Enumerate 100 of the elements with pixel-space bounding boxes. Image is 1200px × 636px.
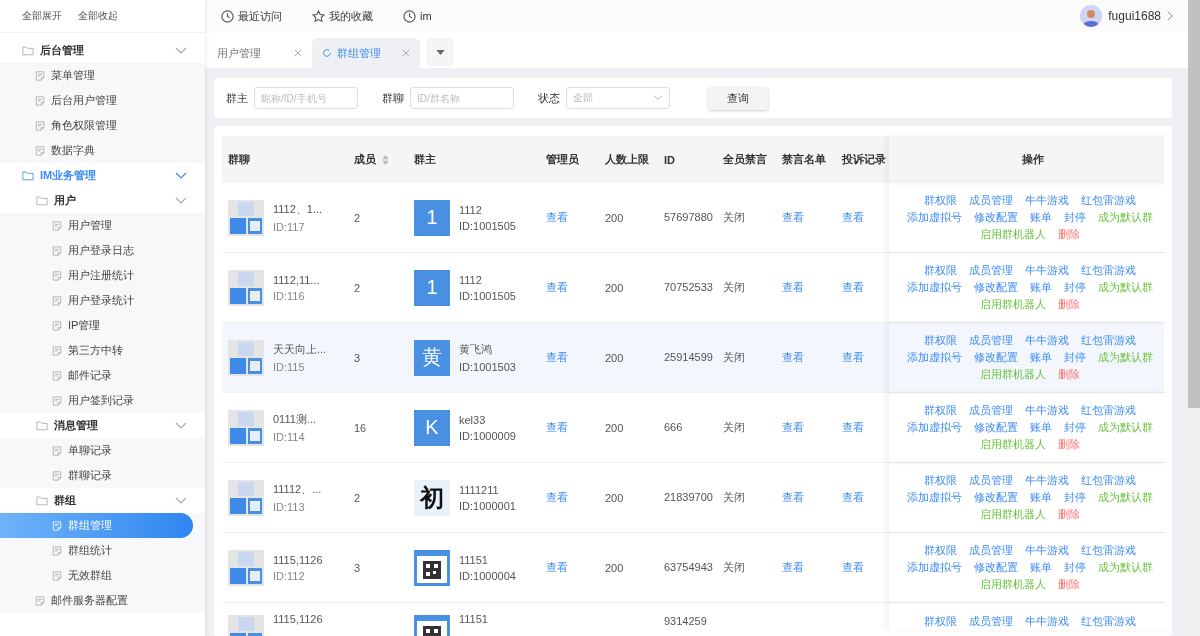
action-link[interactable]: 账单 <box>1030 349 1052 366</box>
view-link[interactable]: 查看 <box>546 560 568 575</box>
action-link[interactable]: 红包雷游戏 <box>1081 402 1136 419</box>
action-link[interactable]: 牛牛游戏 <box>1025 613 1069 630</box>
view-link[interactable]: 查看 <box>782 490 804 505</box>
sidebar-action[interactable]: 全部收起 <box>78 9 118 23</box>
sidebar-folder[interactable]: IM业务管理 <box>0 163 205 188</box>
sidebar-item[interactable]: 用户注册统计 <box>0 263 205 288</box>
view-link[interactable]: 查看 <box>546 350 568 365</box>
sidebar-folder[interactable]: 消息管理 <box>0 413 205 438</box>
action-link[interactable]: 封停 <box>1064 279 1086 296</box>
view-link[interactable]: 查看 <box>782 560 804 575</box>
sidebar-folder[interactable]: 群组 <box>0 488 205 513</box>
action-link[interactable]: 牛牛游戏 <box>1025 192 1069 209</box>
sidebar-item[interactable]: 菜单管理 <box>0 63 205 88</box>
action-link[interactable]: 群权限 <box>924 613 957 630</box>
sidebar-item[interactable]: 用户管理 <box>0 213 205 238</box>
action-link[interactable]: 群权限 <box>924 332 957 349</box>
action-link[interactable]: 成员管理 <box>969 613 1013 630</box>
sidebar-action[interactable]: 全部展开 <box>22 9 62 23</box>
action-link[interactable]: 成员管理 <box>969 542 1013 559</box>
tab[interactable]: 用户管理 <box>211 38 310 68</box>
scrollbar[interactable] <box>1188 0 1200 636</box>
action-link[interactable]: 添加虚拟号 <box>907 559 962 576</box>
action-link[interactable]: 修改配置 <box>974 559 1018 576</box>
input-field[interactable]: ID/群名称 <box>410 87 514 109</box>
action-link[interactable]: 群权限 <box>924 402 957 419</box>
action-link[interactable]: 牛牛游戏 <box>1025 262 1069 279</box>
action-link[interactable]: 红包雷游戏 <box>1081 542 1136 559</box>
view-link[interactable]: 查看 <box>782 350 804 365</box>
action-link[interactable]: 成为默认群 <box>1098 349 1153 366</box>
action-link[interactable]: 成为默认群 <box>1098 279 1153 296</box>
tab[interactable]: 群组管理 <box>312 38 420 68</box>
action-link[interactable]: 成为默认群 <box>1098 489 1153 506</box>
action-link[interactable]: 账单 <box>1030 489 1052 506</box>
action-link[interactable]: 修改配置 <box>974 419 1018 436</box>
action-link[interactable]: 启用群机器人 <box>980 226 1046 243</box>
action-link[interactable]: 成员管理 <box>969 262 1013 279</box>
action-link[interactable]: 成为默认群 <box>1098 209 1153 226</box>
action-link[interactable]: 删除 <box>1058 436 1080 453</box>
view-link[interactable]: 查看 <box>546 280 568 295</box>
action-link[interactable]: 封停 <box>1064 559 1086 576</box>
sidebar-item[interactable]: 用户登录统计 <box>0 288 205 313</box>
action-link[interactable]: 牛牛游戏 <box>1025 402 1069 419</box>
action-link[interactable]: 修改配置 <box>974 349 1018 366</box>
view-link[interactable]: 查看 <box>782 280 804 295</box>
sidebar-item[interactable]: 群组统计 <box>0 538 205 563</box>
view-link[interactable]: 查看 <box>546 490 568 505</box>
action-link[interactable]: 启用群机器人 <box>980 506 1046 523</box>
action-link[interactable]: 成员管理 <box>969 192 1013 209</box>
action-link[interactable]: 封停 <box>1064 209 1086 226</box>
action-link[interactable]: 删除 <box>1058 296 1080 313</box>
search-button[interactable]: 查询 <box>708 86 768 110</box>
view-link[interactable]: 查看 <box>842 420 864 435</box>
action-link[interactable]: 删除 <box>1058 226 1080 243</box>
sidebar-item[interactable]: 角色权限管理 <box>0 113 205 138</box>
action-link[interactable]: 红包雷游戏 <box>1081 472 1136 489</box>
action-link[interactable]: 启用群机器人 <box>980 576 1046 593</box>
action-link[interactable]: 群权限 <box>924 262 957 279</box>
action-link[interactable]: 账单 <box>1030 559 1052 576</box>
sidebar-item[interactable]: 用户签到记录 <box>0 388 205 413</box>
sidebar-item[interactable]: 邮件服务器配置 <box>0 588 205 613</box>
sidebar-item[interactable]: IP管理 <box>0 313 205 338</box>
action-link[interactable]: 群权限 <box>924 542 957 559</box>
action-link[interactable]: 封停 <box>1064 419 1086 436</box>
action-link[interactable]: 群权限 <box>924 192 957 209</box>
user-menu[interactable]: fugui1688 <box>1080 5 1174 27</box>
sidebar-item[interactable]: 无效群组 <box>0 563 205 588</box>
nav-link[interactable]: im <box>403 8 432 24</box>
action-link[interactable]: 启用群机器人 <box>980 366 1046 383</box>
action-link[interactable]: 牛牛游戏 <box>1025 332 1069 349</box>
action-link[interactable]: 成员管理 <box>969 332 1013 349</box>
sidebar-item[interactable]: 数据字典 <box>0 138 205 163</box>
view-link[interactable]: 查看 <box>782 210 804 225</box>
view-link[interactable]: 查看 <box>546 420 568 435</box>
sidebar-item[interactable]: 用户登录日志 <box>0 238 205 263</box>
action-link[interactable]: 修改配置 <box>974 489 1018 506</box>
action-link[interactable]: 修改配置 <box>974 209 1018 226</box>
view-link[interactable]: 查看 <box>842 490 864 505</box>
column-header[interactable]: 成员 <box>348 136 408 183</box>
action-link[interactable]: 封停 <box>1064 349 1086 366</box>
action-link[interactable]: 添加虚拟号 <box>907 489 962 506</box>
view-link[interactable]: 查看 <box>782 420 804 435</box>
action-link[interactable]: 红包雷游戏 <box>1081 332 1136 349</box>
sidebar-item[interactable]: 群组管理 <box>0 513 193 538</box>
action-link[interactable]: 添加虚拟号 <box>907 419 962 436</box>
sidebar-folder[interactable]: 用户 <box>0 188 205 213</box>
view-link[interactable]: 查看 <box>842 210 864 225</box>
action-link[interactable]: 添加虚拟号 <box>907 209 962 226</box>
view-link[interactable]: 查看 <box>546 210 568 225</box>
action-link[interactable]: 成员管理 <box>969 472 1013 489</box>
action-link[interactable]: 封停 <box>1064 489 1086 506</box>
tab-menu-button[interactable] <box>426 38 454 66</box>
select-field[interactable]: 全部 <box>566 87 670 109</box>
sidebar-item[interactable]: 单聊记录 <box>0 438 205 463</box>
view-link[interactable]: 查看 <box>842 560 864 575</box>
sidebar-item[interactable]: 后台用户管理 <box>0 88 205 113</box>
sidebar-folder[interactable]: 后台管理 <box>0 38 205 63</box>
action-link[interactable]: 删除 <box>1058 366 1080 383</box>
view-link[interactable]: 查看 <box>842 350 864 365</box>
